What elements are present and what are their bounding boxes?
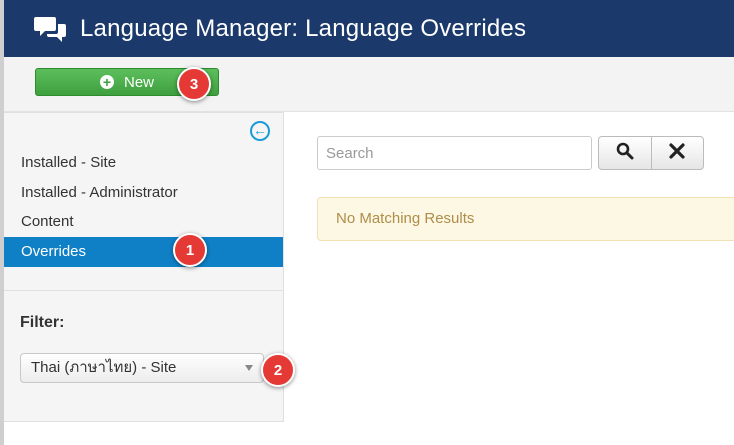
no-results-alert: No Matching Results	[317, 197, 734, 241]
close-icon	[669, 142, 685, 164]
clear-search-button[interactable]	[650, 137, 704, 169]
collapse-sidebar-icon[interactable]: ←	[250, 121, 270, 141]
plus-circle-icon: +	[99, 75, 114, 89]
annotation-badge-1: 1	[173, 233, 207, 267]
page-title: Language Manager: Language Overrides	[80, 14, 527, 42]
sidebar-item-content[interactable]: Content	[4, 207, 283, 237]
sidebar-divider	[4, 290, 283, 291]
comments-icon	[34, 14, 68, 44]
sidebar-item-installed-administrator[interactable]: Installed - Administrator	[4, 178, 283, 208]
language-filter-value: Thai (ภาษาไทย) - Site	[31, 359, 177, 376]
annotation-badge-3: 3	[177, 67, 211, 101]
sidebar-item-overrides[interactable]: Overrides	[4, 237, 283, 267]
dropdown-caret-icon	[245, 365, 253, 371]
search-input[interactable]	[317, 136, 592, 170]
sidebar: ← Installed - Site Installed - Administr…	[4, 112, 284, 422]
search-icon	[616, 142, 634, 165]
search-button-group	[598, 136, 704, 170]
sidebar-item-installed-site[interactable]: Installed - Site	[4, 148, 283, 178]
new-button-label: New	[123, 73, 154, 91]
toolbar: + New	[4, 57, 734, 112]
search-button[interactable]	[599, 137, 651, 169]
filter-label: Filter:	[20, 314, 65, 331]
page-header: Language Manager: Language Overrides	[4, 0, 734, 57]
language-filter-select[interactable]: Thai (ภาษาไทย) - Site	[20, 353, 264, 383]
annotation-badge-2: 2	[261, 353, 295, 387]
